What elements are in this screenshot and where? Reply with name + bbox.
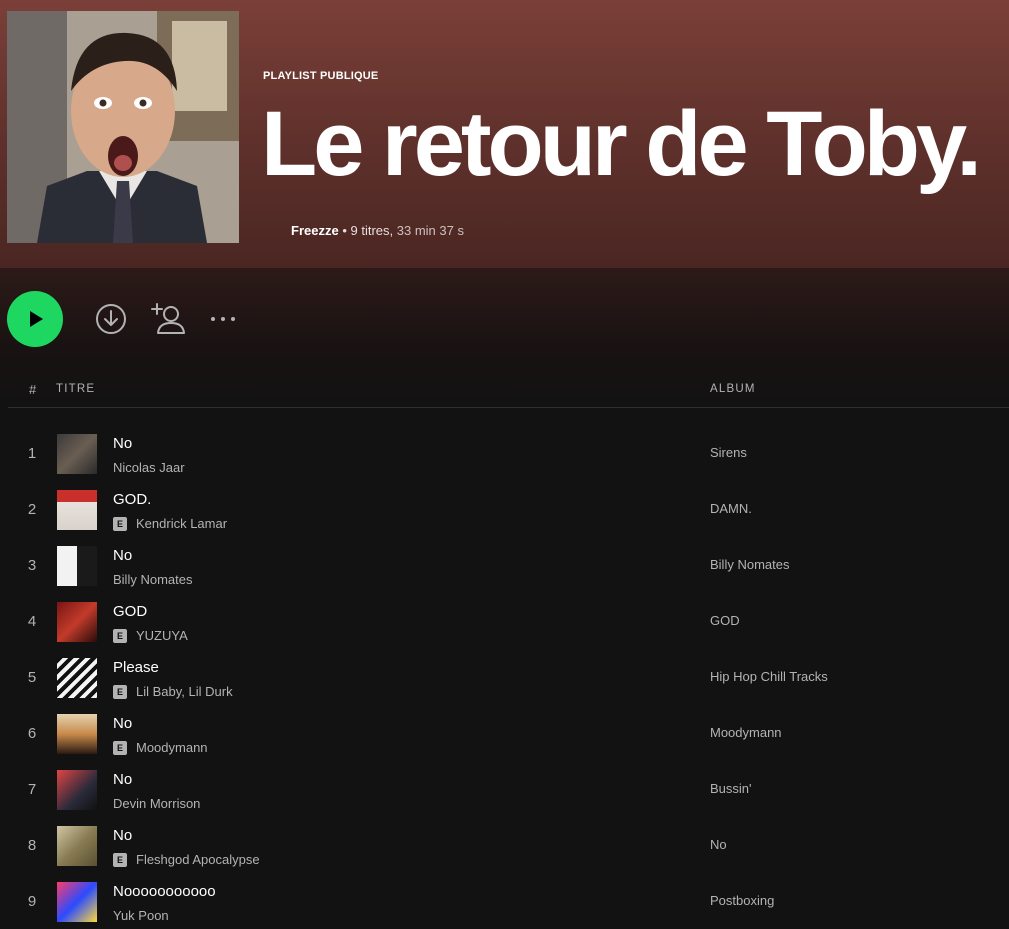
meta-separator: • [342, 223, 347, 238]
track-count: 9 titres, [350, 223, 394, 238]
track-album-link[interactable]: DAMN. [710, 501, 752, 516]
track-row[interactable]: 1 No Nicolas Jaar Sirens [0, 425, 1009, 481]
playlist-header: PLAYLIST PUBLIQUE Le retour de Toby. Fre… [0, 0, 1009, 268]
track-artist-link[interactable]: Billy Nomates [113, 572, 192, 587]
track-number: 6 [27, 725, 37, 742]
track-number: 2 [27, 501, 37, 518]
track-row[interactable]: 8 No E Fleshgod Apocalypse No [0, 817, 1009, 873]
track-album-art [57, 882, 97, 922]
track-row[interactable]: 6 No E Moodymann Moodymann [0, 705, 1009, 761]
explicit-badge: E [113, 684, 127, 699]
playlist-duration: 33 min 37 s [396, 223, 464, 238]
more-options-icon [211, 317, 235, 321]
download-button[interactable] [94, 302, 128, 336]
track-number: 1 [27, 445, 37, 462]
track-artist-line: Yuk Poon [113, 908, 169, 923]
explicit-badge: E [113, 852, 127, 867]
header-title[interactable]: TITRE [56, 383, 95, 395]
track-row[interactable]: 2 GOD. E Kendrick Lamar DAMN. [0, 481, 1009, 537]
track-artist-link[interactable]: Yuk Poon [113, 908, 169, 923]
track-row[interactable]: 9 Nooooooooooo Yuk Poon Postboxing [0, 873, 1009, 929]
track-title[interactable]: No [113, 771, 132, 788]
track-album-art [57, 602, 97, 642]
track-title[interactable]: GOD. [113, 491, 151, 508]
playlist-owner-link[interactable]: Freezze [291, 223, 339, 238]
playlist-meta: Freezze • 9 titres, 33 min 37 s [291, 223, 464, 238]
track-album-art [57, 714, 97, 754]
track-album-link[interactable]: Sirens [710, 445, 747, 460]
tracklist-header: # TITRE ALBUM [8, 372, 1009, 408]
track-album-link[interactable]: Moodymann [710, 725, 782, 740]
play-button[interactable] [7, 291, 63, 347]
playlist-cover-image [7, 11, 239, 243]
track-artist-link[interactable]: Kendrick Lamar [136, 516, 227, 531]
track-album-art [57, 826, 97, 866]
track-number: 8 [27, 837, 37, 854]
track-album-link[interactable]: Bussin' [710, 781, 752, 796]
track-title[interactable]: No [113, 715, 132, 732]
track-artist-line: Nicolas Jaar [113, 460, 185, 475]
add-user-icon [151, 303, 185, 334]
track-album-link[interactable]: Billy Nomates [710, 557, 789, 572]
track-number: 5 [27, 669, 37, 686]
track-album-art [57, 434, 97, 474]
track-title[interactable]: Nooooooooooo [113, 883, 216, 900]
track-album-link[interactable]: No [710, 837, 727, 852]
track-album-link[interactable]: Hip Hop Chill Tracks [710, 669, 828, 684]
track-artist-line: E Lil Baby, Lil Durk [113, 684, 233, 699]
track-row[interactable]: 5 Please E Lil Baby, Lil Durk Hip Hop Chill … [0, 649, 1009, 705]
track-album-art [57, 658, 97, 698]
download-icon [96, 304, 126, 334]
track-artist-line: E Kendrick Lamar [113, 516, 227, 531]
track-artist-link[interactable]: Devin Morrison [113, 796, 200, 811]
track-album-link[interactable]: GOD [710, 613, 740, 628]
track-title[interactable]: No [113, 547, 132, 564]
track-artist-link[interactable]: Fleshgod Apocalypse [136, 852, 260, 867]
header-album[interactable]: ALBUM [710, 383, 756, 395]
track-album-art [57, 770, 97, 810]
track-row[interactable]: 3 No Billy Nomates Billy Nomates [0, 537, 1009, 593]
track-artist-line: E YUZUYA [113, 628, 188, 643]
track-title[interactable]: GOD [113, 603, 147, 620]
track-album-link[interactable]: Postboxing [710, 893, 774, 908]
track-number: 3 [27, 557, 37, 574]
play-icon [30, 311, 43, 327]
track-title[interactable]: No [113, 827, 132, 844]
playlist-type-label: PLAYLIST PUBLIQUE [263, 70, 379, 82]
track-title[interactable]: Please [113, 659, 159, 676]
track-artist-link[interactable]: Nicolas Jaar [113, 460, 185, 475]
track-artist-link[interactable]: Moodymann [136, 740, 208, 755]
explicit-badge: E [113, 628, 127, 643]
track-artist-link[interactable]: YUZUYA [136, 628, 188, 643]
add-user-button[interactable] [148, 300, 186, 336]
track-artist-line: Devin Morrison [113, 796, 200, 811]
track-row[interactable]: 4 GOD E YUZUYA GOD [0, 593, 1009, 649]
track-number: 7 [27, 781, 37, 798]
track-title[interactable]: No [113, 435, 132, 452]
explicit-badge: E [113, 516, 127, 531]
explicit-badge: E [113, 740, 127, 755]
track-artist-link[interactable]: Lil Baby, Lil Durk [136, 684, 233, 699]
track-album-art [57, 490, 97, 530]
track-artist-line: Billy Nomates [113, 572, 192, 587]
track-artist-line: E Moodymann [113, 740, 208, 755]
track-artist-line: E Fleshgod Apocalypse [113, 852, 260, 867]
header-number: # [29, 382, 38, 397]
track-album-art [57, 546, 97, 586]
playlist-title: Le retour de Toby. [261, 93, 982, 195]
track-number: 4 [27, 613, 37, 630]
track-row[interactable]: 7 No Devin Morrison Bussin' [0, 761, 1009, 817]
more-options-button[interactable] [206, 308, 240, 330]
track-number: 9 [27, 893, 37, 910]
